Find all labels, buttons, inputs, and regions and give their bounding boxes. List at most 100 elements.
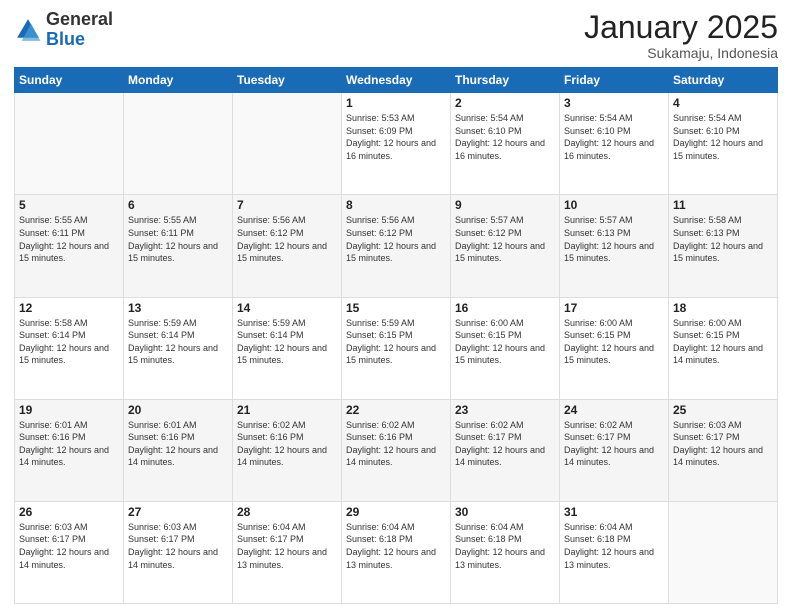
calendar-cell: 8 Sunrise: 5:56 AMSunset: 6:12 PMDaylight… — [342, 195, 451, 297]
calendar-cell: 14 Sunrise: 5:59 AMSunset: 6:14 PMDayligh… — [233, 297, 342, 399]
day-info: Sunrise: 5:59 AMSunset: 6:15 PMDaylight:… — [346, 317, 446, 367]
day-number: 19 — [19, 403, 119, 417]
day-info: Sunrise: 6:00 AMSunset: 6:15 PMDaylight:… — [564, 317, 664, 367]
calendar-week-row: 19 Sunrise: 6:01 AMSunset: 6:16 PMDayligh… — [15, 399, 778, 501]
logo-general-text: General — [46, 10, 113, 30]
month-title: January 2025 — [584, 10, 778, 45]
calendar-cell: 19 Sunrise: 6:01 AMSunset: 6:16 PMDayligh… — [15, 399, 124, 501]
calendar-cell: 6Sunrise: 5:55 AMSunset: 6:11 PMDaylight… — [124, 195, 233, 297]
calendar-cell — [15, 93, 124, 195]
day-info: Sunrise: 5:53 AMSunset: 6:09 PMDaylight:… — [346, 112, 446, 162]
day-number: 20 — [128, 403, 228, 417]
calendar-cell: 12 Sunrise: 5:58 AMSunset: 6:14 PMDayligh… — [15, 297, 124, 399]
day-number: 18 — [673, 301, 773, 315]
calendar-cell: 9 Sunrise: 5:57 AMSunset: 6:12 PMDaylight… — [451, 195, 560, 297]
day-info: Sunrise: 6:00 AMSunset: 6:15 PMDaylight:… — [673, 317, 773, 367]
day-of-week-header: Monday — [124, 68, 233, 93]
day-info: Sunrise: 5:56 AMSunset: 6:12 PMDaylight:… — [346, 214, 446, 264]
calendar-cell: 23 Sunrise: 6:02 AMSunset: 6:17 PMDayligh… — [451, 399, 560, 501]
calendar-cell: 26 Sunrise: 6:03 AMSunset: 6:17 PMDayligh… — [15, 501, 124, 603]
day-number: 21 — [237, 403, 337, 417]
day-info: Sunrise: 6:01 AMSunset: 6:16 PMDaylight:… — [19, 419, 119, 469]
day-number: 14 — [237, 301, 337, 315]
day-of-week-header: Sunday — [15, 68, 124, 93]
day-number: 13 — [128, 301, 228, 315]
day-info: Sunrise: 6:03 AMSunset: 6:17 PMDaylight:… — [673, 419, 773, 469]
page-container: General Blue January 2025 Sukamaju, Indo… — [0, 0, 792, 612]
calendar-cell: 29 Sunrise: 6:04 AMSunset: 6:18 PMDayligh… — [342, 501, 451, 603]
day-number: 5 — [19, 198, 119, 212]
day-number: 9 — [455, 198, 555, 212]
logo-blue-text: Blue — [46, 30, 113, 50]
calendar-body: 1 Sunrise: 5:53 AMSunset: 6:09 PMDaylight… — [15, 93, 778, 604]
day-number: 1 — [346, 96, 446, 110]
day-number: 24 — [564, 403, 664, 417]
calendar-cell: 4Sunrise: 5:54 AMSunset: 6:10 PMDaylight… — [669, 93, 778, 195]
day-info: Sunrise: 5:57 AMSunset: 6:13 PMDaylight:… — [564, 214, 664, 264]
day-number: 2 — [455, 96, 555, 110]
calendar-cell: 5 Sunrise: 5:55 AMSunset: 6:11 PMDaylight… — [15, 195, 124, 297]
day-number: 22 — [346, 403, 446, 417]
day-info: Sunrise: 6:03 AMSunset: 6:17 PMDaylight:… — [19, 521, 119, 571]
day-info: Sunrise: 5:57 AMSunset: 6:12 PMDaylight:… — [455, 214, 555, 264]
day-info: Sunrise: 5:55 AMSunset: 6:11 PMDaylight:… — [19, 214, 119, 264]
day-info: Sunrise: 5:58 AMSunset: 6:14 PMDaylight:… — [19, 317, 119, 367]
day-number: 8 — [346, 198, 446, 212]
calendar-cell: 30Sunrise: 6:04 AMSunset: 6:18 PMDayligh… — [451, 501, 560, 603]
day-info: Sunrise: 5:59 AMSunset: 6:14 PMDaylight:… — [237, 317, 337, 367]
calendar-cell: 22Sunrise: 6:02 AMSunset: 6:16 PMDayligh… — [342, 399, 451, 501]
day-number: 7 — [237, 198, 337, 212]
calendar-cell: 7 Sunrise: 5:56 AMSunset: 6:12 PMDaylight… — [233, 195, 342, 297]
day-info: Sunrise: 5:55 AMSunset: 6:11 PMDaylight:… — [128, 214, 228, 264]
day-number: 3 — [564, 96, 664, 110]
day-number: 25 — [673, 403, 773, 417]
day-of-week-header: Tuesday — [233, 68, 342, 93]
day-info: Sunrise: 5:56 AMSunset: 6:12 PMDaylight:… — [237, 214, 337, 264]
day-info: Sunrise: 6:02 AMSunset: 6:16 PMDaylight:… — [237, 419, 337, 469]
logo-icon — [14, 16, 42, 44]
title-section: January 2025 Sukamaju, Indonesia — [584, 10, 778, 61]
calendar-cell: 24Sunrise: 6:02 AMSunset: 6:17 PMDayligh… — [560, 399, 669, 501]
calendar-cell: 18 Sunrise: 6:00 AMSunset: 6:15 PMDayligh… — [669, 297, 778, 399]
calendar-cell: 31Sunrise: 6:04 AMSunset: 6:18 PMDayligh… — [560, 501, 669, 603]
day-number: 27 — [128, 505, 228, 519]
day-info: Sunrise: 6:04 AMSunset: 6:18 PMDaylight:… — [564, 521, 664, 571]
day-info: Sunrise: 6:01 AMSunset: 6:16 PMDaylight:… — [128, 419, 228, 469]
calendar-cell — [669, 501, 778, 603]
day-number: 29 — [346, 505, 446, 519]
calendar-cell — [124, 93, 233, 195]
location: Sukamaju, Indonesia — [584, 45, 778, 61]
calendar-header: SundayMondayTuesdayWednesdayThursdayFrid… — [15, 68, 778, 93]
logo: General Blue — [14, 10, 113, 50]
calendar-cell: 10 Sunrise: 5:57 AMSunset: 6:13 PMDayligh… — [560, 195, 669, 297]
day-info: Sunrise: 6:04 AMSunset: 6:18 PMDaylight:… — [455, 521, 555, 571]
day-of-week-header: Friday — [560, 68, 669, 93]
day-info: Sunrise: 6:00 AMSunset: 6:15 PMDaylight:… — [455, 317, 555, 367]
day-info: Sunrise: 5:54 AMSunset: 6:10 PMDaylight:… — [455, 112, 555, 162]
day-of-week-header: Thursday — [451, 68, 560, 93]
day-number: 10 — [564, 198, 664, 212]
calendar-cell: 21 Sunrise: 6:02 AMSunset: 6:16 PMDayligh… — [233, 399, 342, 501]
day-number: 23 — [455, 403, 555, 417]
day-number: 16 — [455, 301, 555, 315]
calendar-cell: 3 Sunrise: 5:54 AMSunset: 6:10 PMDaylight… — [560, 93, 669, 195]
logo-text: General Blue — [46, 10, 113, 50]
day-number: 12 — [19, 301, 119, 315]
day-number: 26 — [19, 505, 119, 519]
calendar-cell: 15 Sunrise: 5:59 AMSunset: 6:15 PMDayligh… — [342, 297, 451, 399]
day-header-row: SundayMondayTuesdayWednesdayThursdayFrid… — [15, 68, 778, 93]
day-number: 11 — [673, 198, 773, 212]
day-number: 4 — [673, 96, 773, 110]
calendar-cell: 13Sunrise: 5:59 AMSunset: 6:14 PMDayligh… — [124, 297, 233, 399]
day-number: 15 — [346, 301, 446, 315]
calendar-cell: 25 Sunrise: 6:03 AMSunset: 6:17 PMDayligh… — [669, 399, 778, 501]
day-info: Sunrise: 6:03 AMSunset: 6:17 PMDaylight:… — [128, 521, 228, 571]
calendar-week-row: 5 Sunrise: 5:55 AMSunset: 6:11 PMDaylight… — [15, 195, 778, 297]
day-info: Sunrise: 5:58 AMSunset: 6:13 PMDaylight:… — [673, 214, 773, 264]
calendar-cell: 17Sunrise: 6:00 AMSunset: 6:15 PMDayligh… — [560, 297, 669, 399]
calendar-cell: 2 Sunrise: 5:54 AMSunset: 6:10 PMDaylight… — [451, 93, 560, 195]
day-info: Sunrise: 6:04 AMSunset: 6:18 PMDaylight:… — [346, 521, 446, 571]
day-info: Sunrise: 6:04 AMSunset: 6:17 PMDaylight:… — [237, 521, 337, 571]
day-info: Sunrise: 6:02 AMSunset: 6:17 PMDaylight:… — [455, 419, 555, 469]
day-info: Sunrise: 5:54 AMSunset: 6:10 PMDaylight:… — [564, 112, 664, 162]
